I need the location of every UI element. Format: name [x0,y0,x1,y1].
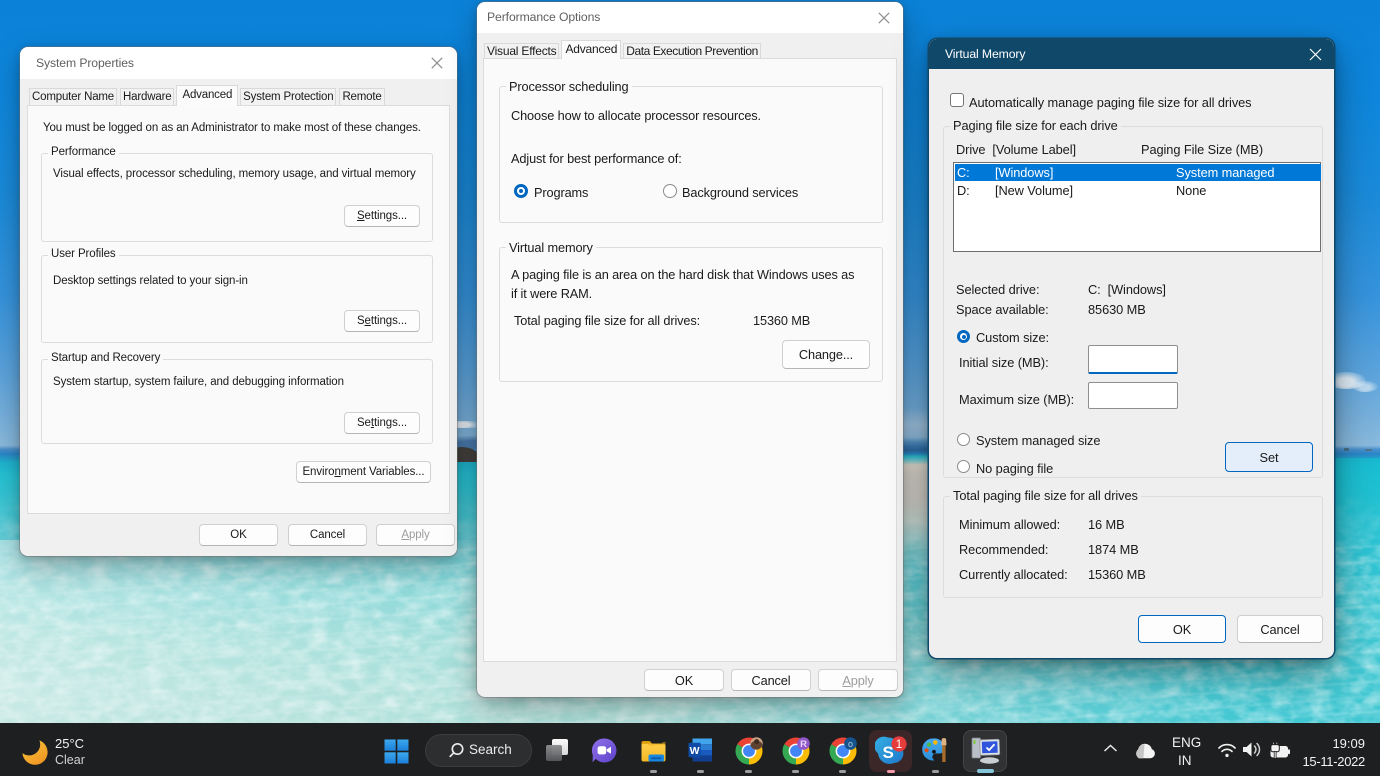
svg-text:o: o [848,739,853,749]
svg-text:W: W [690,745,700,757]
svg-text:1: 1 [896,739,902,751]
svg-text:R: R [800,739,807,750]
